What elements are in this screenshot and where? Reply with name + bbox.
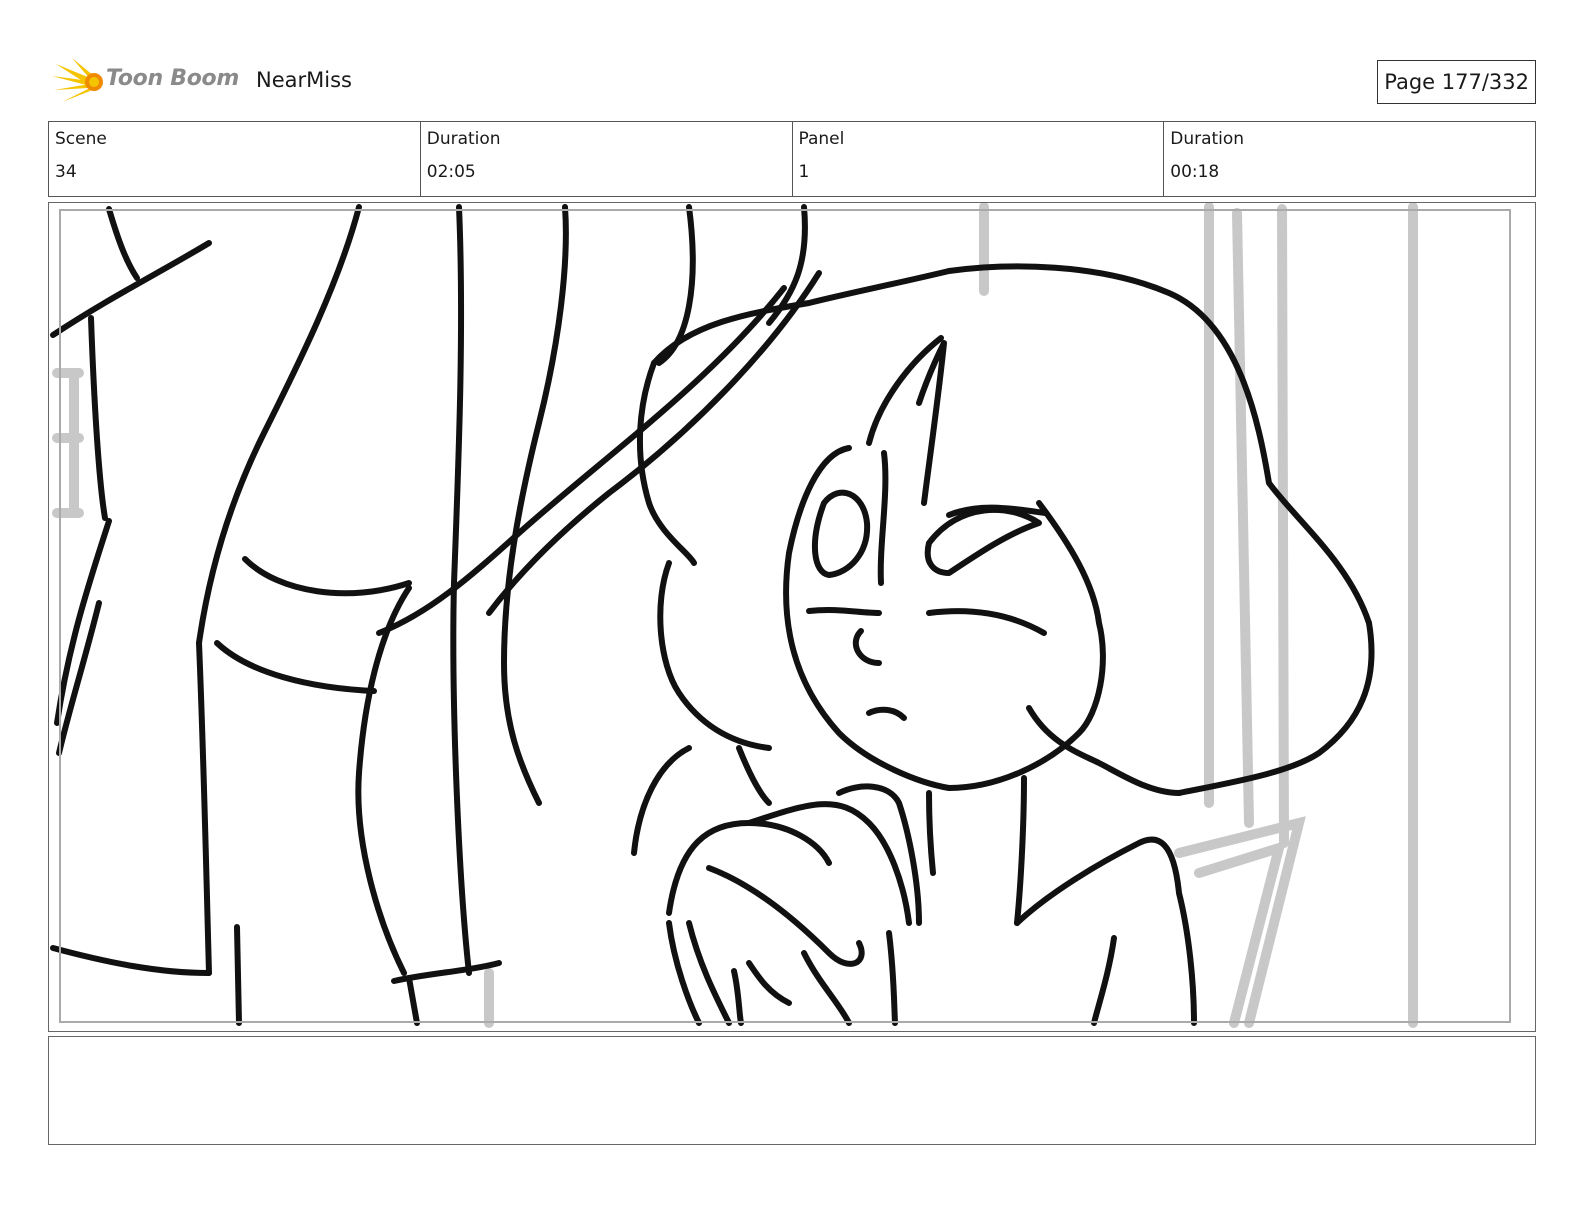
panel-cell: Panel 1 xyxy=(793,122,1165,196)
project-name: NearMiss xyxy=(256,68,352,92)
panel-sketch xyxy=(50,203,1511,1028)
notes-box[interactable] xyxy=(48,1036,1536,1145)
panel-duration-value: 00:18 xyxy=(1170,162,1220,182)
scene-label: Scene xyxy=(55,129,107,149)
scene-duration-cell: Duration 02:05 xyxy=(421,122,793,196)
panel-duration-label: Duration xyxy=(1170,129,1245,149)
ink-lines xyxy=(50,204,1375,1026)
panel-duration-cell: Duration 00:18 xyxy=(1164,122,1535,196)
panel-label: Panel xyxy=(798,129,845,149)
logo-wordmark: Toon Boom xyxy=(106,66,239,91)
background-sketch xyxy=(52,203,1418,1028)
scene-duration-label: Duration xyxy=(426,129,501,149)
storyboard-panel xyxy=(48,202,1536,1032)
toon-boom-logo: Toon Boom xyxy=(50,54,240,110)
scene-cell: Scene 34 xyxy=(49,122,421,196)
page-indicator: Page 177/332 xyxy=(1377,60,1536,104)
scene-duration-value: 02:05 xyxy=(426,162,476,182)
scene-info-table: Scene 34 Duration 02:05 Panel 1 Duration… xyxy=(48,121,1536,197)
scene-value: 34 xyxy=(55,162,77,182)
storyboard-header: Toon Boom NearMiss Page 177/332 xyxy=(48,54,1536,110)
starburst-icon xyxy=(52,58,103,102)
panel-value: 1 xyxy=(798,162,810,182)
